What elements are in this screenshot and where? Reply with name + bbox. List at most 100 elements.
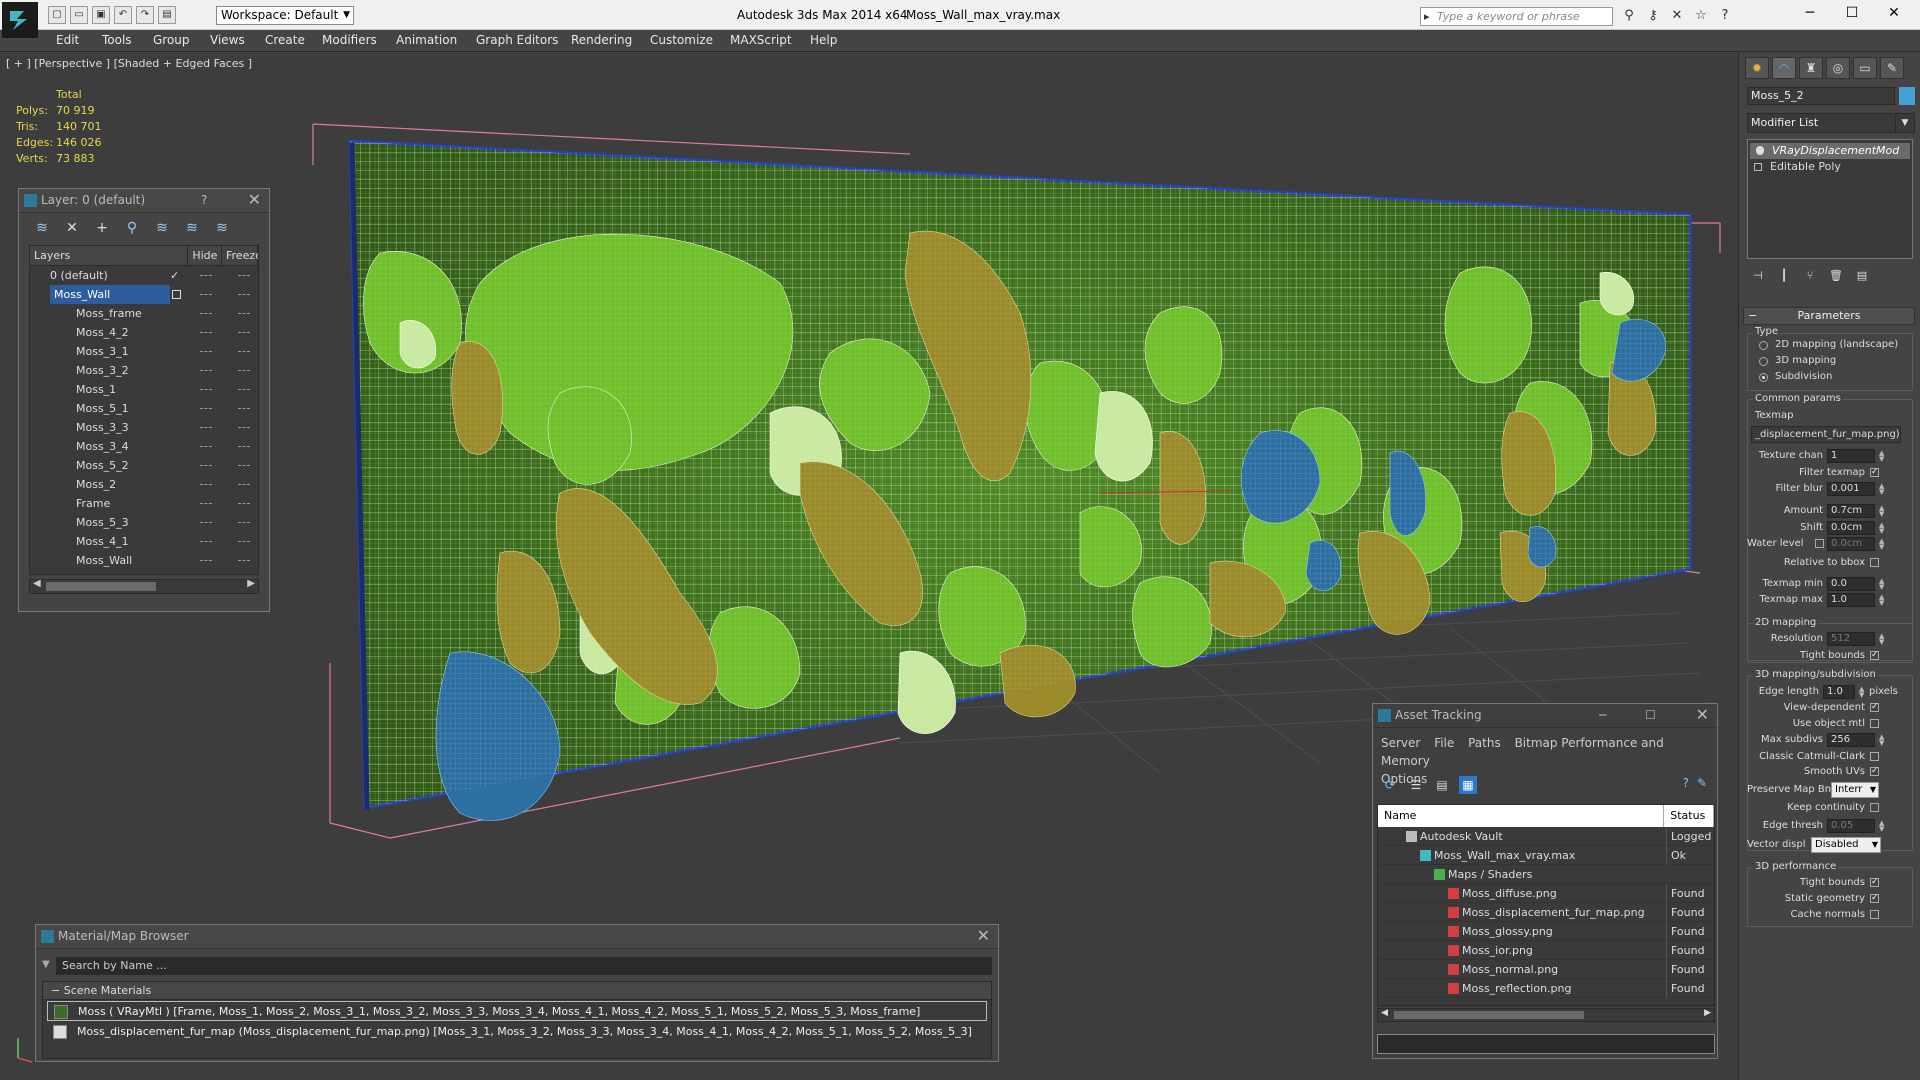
maximize-button[interactable]: ☐ xyxy=(1842,5,1862,23)
menu-modifiers[interactable]: Modifiers xyxy=(322,33,377,47)
asset-row[interactable]: Moss_Wall_max_vray.max Ok xyxy=(1378,846,1714,865)
scroll-right-icon[interactable]: ▶ xyxy=(1704,1008,1711,1018)
material-item[interactable]: Moss_displacement_fur_map (Moss_displace… xyxy=(47,1022,987,1042)
smooth-uvs-checkbox[interactable]: ✓ xyxy=(1870,767,1879,776)
layer-row[interactable]: Moss_5_3 xyxy=(30,513,258,532)
col-freeze[interactable]: Freeze xyxy=(222,246,258,265)
scene-materials-group[interactable]: − Scene Materials xyxy=(43,982,991,1000)
freeze-toggle[interactable] xyxy=(238,503,250,505)
maximize-icon[interactable]: ☐ xyxy=(1645,704,1656,726)
menu-create[interactable]: Create xyxy=(265,33,305,47)
layer-row[interactable]: Moss_3_1 xyxy=(30,342,258,361)
spinner-icon[interactable]: ▲ ▼ xyxy=(1879,734,1884,747)
radio-subdivision[interactable] xyxy=(1759,373,1768,382)
hide-toggle[interactable] xyxy=(200,313,212,315)
parameters-rollout[interactable]: − Parameters xyxy=(1743,307,1915,325)
asset-path-field[interactable] xyxy=(1377,1034,1715,1054)
classic-catmull-clark-checkbox[interactable] xyxy=(1870,752,1879,761)
asset-row[interactable]: Moss_normal.png Found xyxy=(1378,960,1714,979)
layer-row[interactable]: Moss_1 xyxy=(30,380,258,399)
undo-icon[interactable]: ↶ xyxy=(114,6,132,24)
asset-row[interactable]: Moss_diffuse.png Found xyxy=(1378,884,1714,903)
freeze-toggle[interactable] xyxy=(238,427,250,429)
tight-bounds-3d-checkbox[interactable]: ✓ xyxy=(1870,878,1879,887)
chevron-down-icon[interactable]: ▼ xyxy=(1895,113,1915,133)
scroll-thumb[interactable] xyxy=(1394,1011,1584,1019)
view-dependent-checkbox[interactable]: ✓ xyxy=(1870,703,1879,712)
layer-row[interactable]: Frame xyxy=(30,494,258,513)
col-status[interactable]: Status xyxy=(1664,805,1714,827)
keep-continuity-checkbox[interactable] xyxy=(1870,803,1879,812)
object-name-field[interactable]: Moss_5_2 xyxy=(1747,87,1895,105)
relative-bbox-checkbox[interactable] xyxy=(1870,558,1879,567)
freeze-toggle[interactable] xyxy=(238,294,250,296)
layer-horizontal-scrollbar[interactable]: ◀ ▶ xyxy=(29,578,259,594)
spinner-icon[interactable]: ▲ ▼ xyxy=(1879,538,1884,551)
layer-row[interactable]: 0 (default) ✓ xyxy=(30,266,258,285)
max-subdivs-input[interactable]: 256 xyxy=(1827,733,1875,747)
hide-toggle[interactable] xyxy=(200,465,212,467)
hide-toggle[interactable] xyxy=(200,427,212,429)
stack-item-vray-displacement[interactable]: VRayDisplacementMod xyxy=(1750,143,1910,159)
redo-icon[interactable]: ↷ xyxy=(136,6,154,24)
viewport-label[interactable]: [ + ] [Perspective ] [Shaded + Edged Fac… xyxy=(6,57,252,70)
display-tab-icon[interactable]: ▭ xyxy=(1853,57,1877,79)
spinner-icon[interactable]: ▲ ▼ xyxy=(1879,522,1884,535)
add-to-layer-icon[interactable]: + xyxy=(93,219,111,237)
asset-row[interactable]: Maps / Shaders xyxy=(1378,865,1714,884)
menu-animation[interactable]: Animation xyxy=(396,33,457,47)
spinner-icon[interactable]: ▲ ▼ xyxy=(1879,633,1884,646)
spinner-icon[interactable]: ▲ ▼ xyxy=(1859,686,1864,699)
show-end-result-icon[interactable]: ┃ xyxy=(1777,269,1791,283)
hide-toggle[interactable] xyxy=(200,522,212,524)
hide-toggle[interactable] xyxy=(200,294,212,296)
minimize-icon[interactable]: ─ xyxy=(1599,704,1606,726)
checkmark-icon[interactable]: ✓ xyxy=(170,266,179,285)
list-view-icon[interactable]: ☰ xyxy=(1407,776,1425,794)
layer-row[interactable]: Moss_3_4 xyxy=(30,437,258,456)
utilities-tab-icon[interactable]: ✎ xyxy=(1880,57,1904,79)
water-level-input[interactable]: 0.0cm xyxy=(1827,537,1875,551)
star-icon[interactable]: ☆ xyxy=(1692,7,1710,25)
save-file-icon[interactable]: ▣ xyxy=(92,6,110,24)
filter-texmap-checkbox[interactable]: ✓ xyxy=(1870,468,1879,477)
vector-displacement-dropdown[interactable]: Disabled ▼ xyxy=(1811,837,1881,853)
workspace-dropdown[interactable]: Workspace: Default ▼ xyxy=(216,6,354,25)
scroll-left-icon[interactable]: ◀ xyxy=(33,578,41,589)
menu-paths[interactable]: Paths xyxy=(1468,736,1501,750)
asset-row[interactable]: Autodesk Vault Logged C xyxy=(1378,827,1714,846)
hide-toggle[interactable] xyxy=(200,351,212,353)
spinner-icon[interactable]: ▲ ▼ xyxy=(1879,450,1884,463)
asset-row[interactable]: Moss_reflection.png Found xyxy=(1378,979,1714,998)
help-icon[interactable]: ? xyxy=(1683,776,1689,790)
modify-tab-icon[interactable]: ◠ xyxy=(1772,57,1796,79)
open-file-icon[interactable]: ▭ xyxy=(70,6,88,24)
layer-row[interactable]: Moss_5_2 xyxy=(30,456,258,475)
asset-row[interactable]: Moss_ior.png Found xyxy=(1378,941,1714,960)
lightbulb-icon[interactable] xyxy=(1756,146,1764,155)
asset-tracking-titlebar[interactable]: Asset Tracking ─ ☐ ✕ xyxy=(1373,704,1717,728)
configure-sets-icon[interactable]: ▤ xyxy=(1855,269,1869,283)
menu-maxscript[interactable]: MAXScript xyxy=(730,33,792,47)
browser-options-icon[interactable]: ▼ xyxy=(42,959,50,970)
new-file-icon[interactable]: ▢ xyxy=(48,6,66,24)
scroll-thumb[interactable] xyxy=(46,582,156,591)
layer-row[interactable]: Moss_Wall xyxy=(30,285,258,304)
radio-3d-mapping[interactable] xyxy=(1759,357,1768,366)
texmap-min-input[interactable]: 0.0 xyxy=(1827,577,1875,591)
close-icon[interactable]: ✕ xyxy=(248,189,261,211)
menu-edit[interactable]: Edit xyxy=(56,33,79,47)
static-geometry-checkbox[interactable]: ✓ xyxy=(1870,894,1879,903)
hide-toggle[interactable] xyxy=(200,541,212,543)
layer-row[interactable]: Moss_5_1 xyxy=(30,399,258,418)
hide-toggle[interactable] xyxy=(200,560,212,562)
spinner-icon[interactable]: ▲ ▼ xyxy=(1879,505,1884,518)
col-name[interactable]: Name xyxy=(1378,805,1665,827)
modifier-list-dropdown[interactable]: Modifier List xyxy=(1747,113,1907,133)
expand-icon[interactable] xyxy=(1754,163,1762,171)
help-icon[interactable]: ? xyxy=(1716,7,1734,25)
menu-help[interactable]: Help xyxy=(810,33,837,47)
freeze-toggle[interactable] xyxy=(238,484,250,486)
edge-thresh-input[interactable]: 0.05 xyxy=(1827,819,1875,833)
freeze-toggle[interactable] xyxy=(238,522,250,524)
